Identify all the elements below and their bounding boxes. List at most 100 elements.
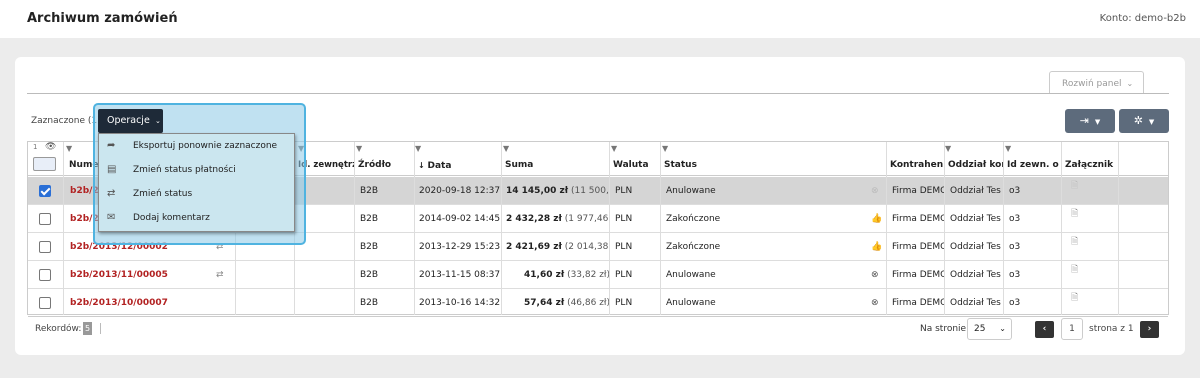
file-icon[interactable]: 🗎 — [1071, 200, 1078, 228]
page-title: Archiwum zamówień — [27, 11, 178, 26]
branch-cell: Oddział Tes — [950, 270, 1001, 280]
column-divider — [501, 142, 502, 315]
expand-panel-button[interactable]: Rozwiń panel ⌄ — [1049, 71, 1144, 94]
row-checkbox[interactable] — [39, 213, 51, 225]
next-page-button[interactable]: › — [1140, 321, 1159, 338]
column-divider — [63, 142, 64, 315]
currency-cell: PLN — [615, 270, 633, 280]
eye-icon[interactable]: 👁 — [45, 142, 56, 152]
filter-icon[interactable]: ▼ — [66, 144, 72, 153]
source-cell: B2B — [360, 242, 379, 252]
payment-icon: ▤ — [107, 164, 117, 175]
previous-page-button[interactable]: ‹ — [1035, 321, 1054, 338]
column-header-status[interactable]: Status — [664, 155, 764, 176]
date-cell: 2014-09-02 14:45 — [419, 214, 501, 224]
branch-cell: Oddział Tes — [950, 298, 1001, 308]
ext-id2-cell: o3 — [1009, 270, 1021, 280]
source-cell: B2B — [360, 270, 379, 280]
filter-icon[interactable]: ▼ — [662, 144, 668, 153]
thumb-up-icon: 👍 — [871, 242, 883, 252]
column-divider — [354, 142, 355, 315]
currency-cell: PLN — [615, 242, 633, 252]
order-number-link[interactable]: b2b/2013/10/00007 — [70, 289, 210, 317]
column-header-sum[interactable]: Suma — [505, 155, 605, 176]
tools-icon: ✲ — [1133, 114, 1143, 127]
branch-cell: Oddział Tes — [950, 186, 1001, 196]
chevron-down-icon: ⌄ — [1126, 79, 1134, 88]
column-divider — [414, 142, 415, 315]
contractor-cell: Firma DEMO — [892, 298, 944, 308]
column-header-date[interactable]: ↓ Data — [418, 155, 498, 176]
per-page-select[interactable]: 25 ⌄ — [967, 318, 1012, 340]
account-label: Konto: demo-b2b — [1099, 13, 1186, 24]
column-header-ext-id2[interactable]: Id zewn. odd — [1007, 155, 1059, 176]
column-header-ext-id[interactable]: Id. zewnętrz — [298, 155, 354, 176]
ext-id2-cell: o3 — [1009, 242, 1021, 252]
column-divider — [944, 142, 945, 315]
row-checkbox[interactable] — [39, 297, 51, 309]
menu-item-change-status[interactable]: ⇄ Zmień status — [99, 182, 294, 206]
operations-menu: ➦ Eksportuj ponownie zaznaczone ▤ Zmień st… — [98, 133, 295, 232]
cancel-icon: ⊗ — [871, 270, 879, 280]
file-icon[interactable]: 🗎 — [1071, 256, 1078, 284]
sum-cell: 14 145,00 zł (11 500,00 — [506, 186, 610, 196]
filter-icon[interactable]: ▼ — [415, 144, 421, 153]
currency-cell: PLN — [615, 298, 633, 308]
table-row[interactable]: b2b/2013/11/00005 ⇄ B2B 2013-11-15 08:37… — [28, 261, 1168, 289]
grid-footer: Rekordów: 5 Na stronie 25 ⌄ ‹ 1 strona z … — [28, 315, 1168, 344]
comment-icon: ✉ — [107, 212, 116, 223]
row-checkbox[interactable] — [39, 185, 51, 197]
per-page-label: Na stronie — [920, 324, 967, 334]
menu-item-add-comment[interactable]: ✉ Dodaj komentarz — [99, 206, 294, 230]
date-cell: 2020-09-18 12:37 — [419, 186, 501, 196]
column-divider — [1118, 142, 1119, 315]
filter-icon[interactable]: ▼ — [1005, 144, 1011, 153]
sum-cell: 41,60 zł (33,82 zł) — [524, 270, 610, 280]
ext-id2-cell: o3 — [1009, 298, 1021, 308]
filter-icon[interactable]: ▼ — [945, 144, 951, 153]
caret-down-icon: ▼ — [1094, 118, 1101, 126]
export-menu-button[interactable]: ⇥ ▼ — [1065, 109, 1115, 133]
row-checkbox[interactable] — [39, 241, 51, 253]
tools-menu-button[interactable]: ✲ ▼ — [1119, 109, 1169, 133]
status-cell: Anulowane — [666, 298, 716, 308]
column-divider — [1061, 142, 1062, 315]
source-cell: B2B — [360, 298, 379, 308]
cancel-icon: ⊗ — [871, 186, 879, 196]
currency-cell: PLN — [615, 214, 633, 224]
column-header-currency[interactable]: Waluta — [613, 155, 658, 176]
operations-button[interactable]: Operacje ⌄ — [98, 109, 163, 133]
panel-divider — [27, 93, 1169, 94]
header-count: 1 — [33, 143, 38, 151]
status-cell: Zakończone — [666, 214, 721, 224]
branch-cell: Oddział Tes — [950, 242, 1001, 252]
row-checkbox[interactable] — [39, 269, 51, 281]
footer-divider — [100, 323, 101, 334]
order-number-link[interactable]: b2b/2013/11/00005 — [70, 261, 210, 289]
contractor-cell: Firma DEMO — [892, 270, 944, 280]
page-number-input[interactable]: 1 — [1061, 318, 1083, 340]
sum-cell: 2 421,69 zł (2 014,38 zł) — [506, 242, 610, 252]
ext-id2-cell: o3 — [1009, 186, 1021, 196]
cancel-icon: ⊗ — [871, 298, 879, 308]
file-icon[interactable]: 🗎 — [1071, 284, 1078, 312]
status-cell: Zakończone — [666, 242, 721, 252]
filter-icon[interactable]: ▼ — [356, 144, 362, 153]
filter-icon[interactable]: ▼ — [503, 144, 509, 153]
column-header-contractor[interactable]: Kontrahent — [890, 155, 943, 176]
date-cell: 2013-12-29 15:23 — [419, 242, 501, 252]
column-header-branch[interactable]: Oddział kont — [948, 155, 1003, 176]
menu-item-change-payment-status[interactable]: ▤ Zmień status płatności — [99, 158, 294, 182]
menu-item-export-again[interactable]: ➦ Eksportuj ponownie zaznaczone — [99, 134, 294, 158]
caret-down-icon: ▼ — [1148, 118, 1155, 126]
column-header-source[interactable]: Źródło — [358, 155, 413, 176]
file-icon[interactable]: 🗎 — [1071, 172, 1078, 200]
filter-icon[interactable]: ▼ — [611, 144, 617, 153]
file-icon[interactable]: 🗎 — [1071, 228, 1078, 256]
table-row[interactable]: b2b/2013/10/00007 B2B 2013-10-16 14:32 5… — [28, 289, 1168, 317]
column-divider — [609, 142, 610, 315]
records-label: Rekordów: — [35, 324, 82, 334]
column-divider — [1003, 142, 1004, 315]
select-all-checkbox[interactable] — [33, 157, 56, 171]
top-bar: Archiwum zamówień Konto: demo-b2b — [0, 0, 1200, 38]
